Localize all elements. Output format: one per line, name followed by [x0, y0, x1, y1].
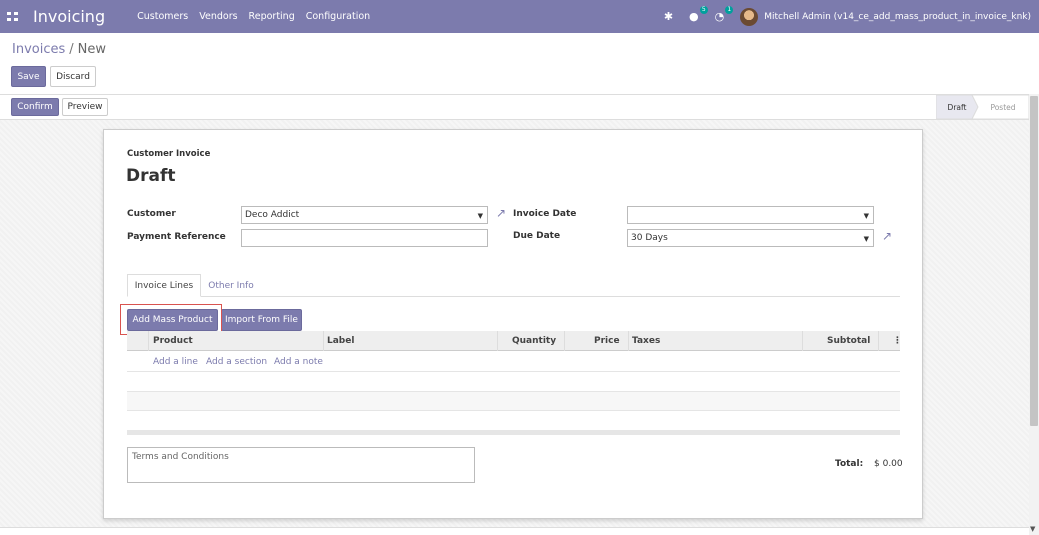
tab-other-info[interactable]: Other Info [203, 274, 259, 297]
invoice-date-label: Invoice Date [513, 209, 577, 219]
tab-invoice-lines[interactable]: Invoice Lines [127, 274, 201, 297]
table-row-divider [127, 391, 900, 392]
add-note-link[interactable]: Add a note [274, 357, 323, 367]
add-line-link[interactable]: Add a line [153, 357, 198, 367]
status-draft: Draft [947, 102, 967, 112]
add-section-link[interactable]: Add a section [206, 357, 267, 367]
breadcrumb: Invoices / New [12, 42, 106, 57]
terms-and-conditions-field[interactable]: Terms and Conditions [127, 447, 475, 483]
due-date-field[interactable]: 30 Days ▼ [627, 229, 874, 247]
payment-terms-external-link-icon[interactable]: ↗ [882, 229, 892, 243]
discard-button[interactable]: Discard [50, 66, 96, 87]
col-label[interactable]: Label [327, 331, 354, 351]
invoice-state-title: Draft [126, 166, 176, 186]
top-navbar: Invoicing Customers Vendors Reporting Co… [0, 0, 1039, 33]
customer-dropdown-icon[interactable]: ▼ [478, 212, 483, 220]
customer-external-link-icon[interactable]: ↗ [496, 206, 506, 220]
table-row-divider [127, 410, 900, 411]
scrollbar[interactable]: ▼ [1029, 94, 1039, 535]
due-date-dropdown-icon[interactable]: ▼ [864, 235, 869, 243]
col-quantity[interactable]: Quantity [512, 331, 556, 351]
optional-columns-icon[interactable]: ⋮ [893, 331, 902, 351]
table-footer-bar [127, 430, 900, 435]
column-separator [323, 331, 324, 351]
menu-reporting[interactable]: Reporting [249, 11, 295, 22]
col-taxes[interactable]: Taxes [632, 331, 660, 351]
column-separator [497, 331, 498, 351]
avatar[interactable] [740, 7, 759, 26]
menu-customers[interactable]: Customers [137, 11, 188, 22]
clock-icon[interactable]: ◔ 1 [715, 6, 734, 23]
confirm-button[interactable]: Confirm [11, 98, 59, 116]
empty-table-row [127, 391, 900, 410]
bug-icon[interactable]: ✱ [664, 10, 673, 23]
import-from-file-button[interactable]: Import From File [221, 309, 302, 331]
total-label: Total: [835, 459, 864, 469]
col-product[interactable]: Product [153, 331, 193, 351]
save-button[interactable]: Save [11, 66, 46, 87]
statusbar: Confirm Preview Draft Posted [0, 94, 1029, 120]
due-date-value: 30 Days [631, 233, 668, 243]
apps-menu-icon[interactable] [7, 11, 19, 22]
col-subtotal[interactable]: Subtotal [827, 331, 870, 351]
user-menu[interactable]: Mitchell Admin (v14_ce_add_mass_product_… [764, 12, 1031, 22]
column-separator [564, 331, 565, 351]
invoice-date-dropdown-icon[interactable]: ▼ [864, 212, 869, 220]
chat-icon[interactable]: ● 5 [689, 6, 708, 23]
col-price[interactable]: Price [594, 331, 620, 351]
scroll-down-icon[interactable]: ▼ [1030, 525, 1035, 533]
main-menu: Customers Vendors Reporting Configuratio… [137, 11, 381, 22]
breadcrumb-separator: / [69, 42, 74, 57]
menu-vendors[interactable]: Vendors [199, 11, 237, 22]
due-date-label: Due Date [513, 231, 561, 241]
navbar-right: ✱ ● 5 ◔ 1 Mitchell Admin (v14_ce_add_mass_… [664, 0, 1031, 33]
column-separator [628, 331, 629, 351]
menu-configuration[interactable]: Configuration [306, 11, 370, 22]
payment-reference-field[interactable] [241, 229, 488, 247]
invoice-date-field[interactable]: ▼ [627, 206, 874, 224]
breadcrumb-current: New [77, 42, 107, 57]
preview-button[interactable]: Preview [62, 98, 108, 116]
scrollbar-thumb[interactable] [1030, 96, 1038, 426]
column-separator [148, 331, 149, 351]
customer-label: Customer [127, 209, 176, 219]
app-title[interactable]: Invoicing [33, 7, 105, 26]
total-value: $ 0.00 [874, 459, 903, 469]
customer-field[interactable]: Deco Addict ▼ [241, 206, 488, 224]
column-separator [878, 331, 879, 351]
status-posted[interactable]: Posted [980, 95, 1026, 119]
breadcrumb-invoices[interactable]: Invoices [12, 42, 65, 57]
column-separator [802, 331, 803, 351]
activity-badge: 1 [725, 6, 734, 14]
bottom-edge [0, 527, 1029, 535]
document-type-label: Customer Invoice [127, 149, 211, 159]
chat-badge: 5 [699, 6, 708, 14]
payment-reference-label: Payment Reference [127, 232, 226, 242]
customer-value: Deco Addict [245, 210, 300, 220]
table-row-divider [127, 371, 900, 372]
